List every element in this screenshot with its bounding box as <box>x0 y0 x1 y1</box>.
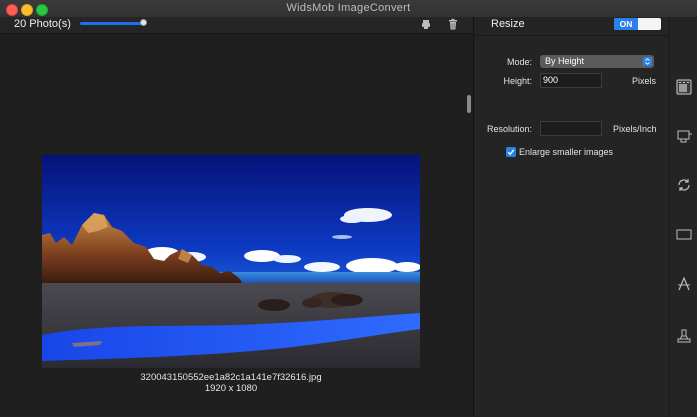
crop-icon[interactable] <box>675 225 693 243</box>
mode-label: Mode: <box>506 57 532 67</box>
photo-preview[interactable] <box>42 155 420 368</box>
scrollbar-thumb[interactable] <box>467 95 471 113</box>
height-unit: Pixels <box>632 76 657 86</box>
trash-icon[interactable] <box>447 18 459 30</box>
photo-count: 20 Photo(s) <box>14 18 71 30</box>
title-bar: WidsMob ImageConvert <box>0 0 697 18</box>
panel-title: Resize <box>491 18 525 30</box>
height-input[interactable]: 900 <box>540 73 602 88</box>
enlarge-label: Enlarge smaller images <box>519 147 614 157</box>
preview-toolbar: 20 Photo(s) <box>0 17 473 34</box>
mode-value: By Height <box>545 56 585 66</box>
slider-track[interactable] <box>80 22 144 25</box>
text-watermark-icon[interactable] <box>675 275 693 293</box>
file-name: 320043150552ee1a82c1a141e7f32616.jpg <box>140 372 322 383</box>
toggle-on-label: ON <box>614 18 638 30</box>
app-window: WidsMob ImageConvert 20 Photo(s) 3200431… <box>0 0 697 417</box>
edit-icon[interactable] <box>420 18 432 30</box>
header-divider <box>474 35 669 36</box>
convert-icon[interactable] <box>675 127 693 145</box>
tool-strip <box>669 17 697 417</box>
height-label: Height: <box>503 76 532 86</box>
window-title: WidsMob ImageConvert <box>286 2 411 14</box>
resolution-unit: Pixels/Inch <box>613 124 657 134</box>
stamp-icon[interactable] <box>675 327 693 345</box>
settings-panel: Resize ON Mode: By Height Height: 900 Pi… <box>474 17 669 417</box>
resize-toggle[interactable]: ON <box>614 18 661 30</box>
rotate-icon[interactable] <box>675 176 693 194</box>
chevron-updown-icon <box>643 57 652 66</box>
resize-icon[interactable] <box>675 78 693 96</box>
enlarge-checkbox[interactable] <box>506 147 516 157</box>
preview-pane: 20 Photo(s) 320043150552ee1a82c1a141e7f3… <box>0 17 474 417</box>
resize-header: Resize ON <box>474 17 669 33</box>
mode-select[interactable]: By Height <box>540 55 654 68</box>
resolution-label: Resolution: <box>486 124 532 134</box>
resolution-input[interactable] <box>540 121 602 136</box>
slider-knob[interactable] <box>140 19 147 26</box>
image-dimensions: 1920 x 1080 <box>204 383 258 394</box>
